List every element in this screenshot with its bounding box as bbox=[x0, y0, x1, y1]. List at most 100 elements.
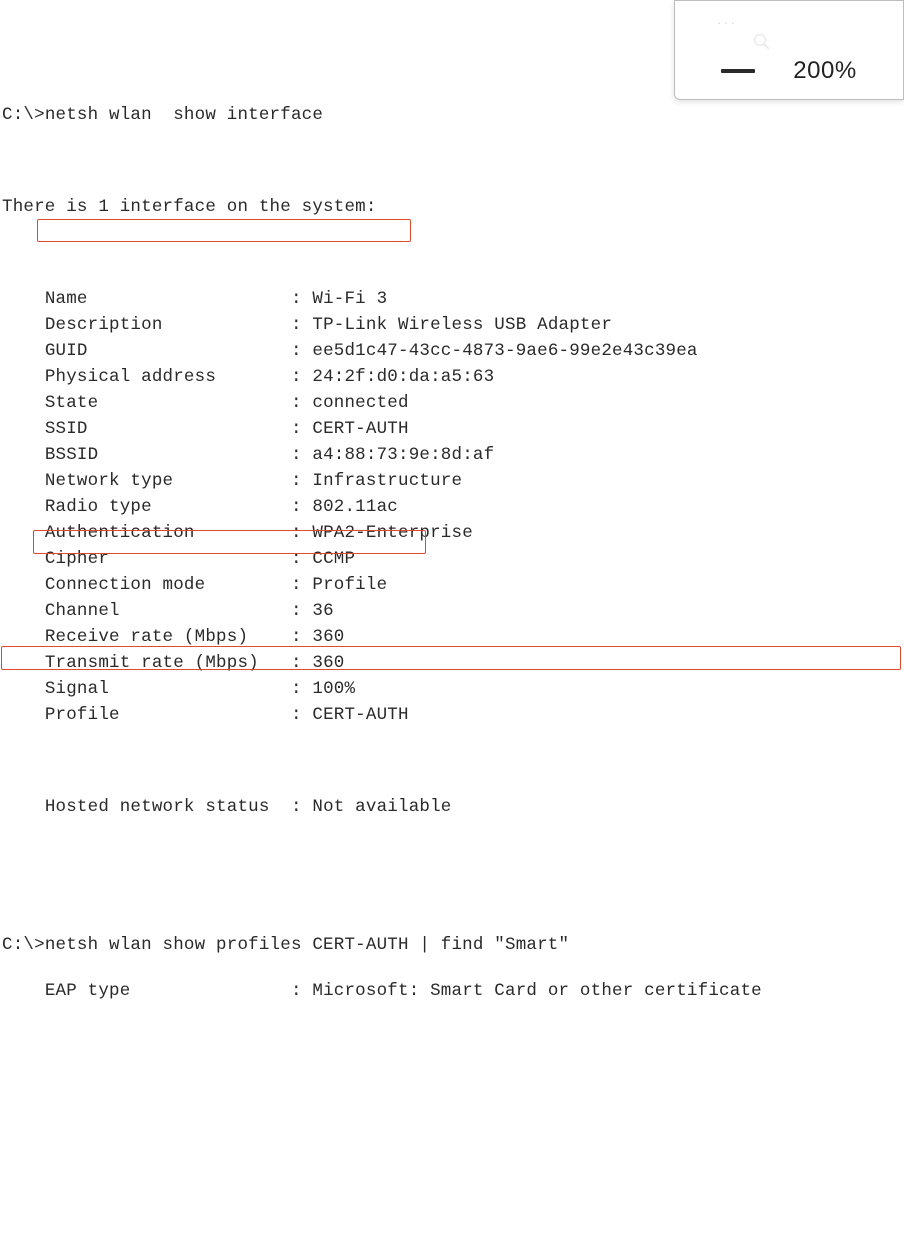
field-row: SSID : CERT-AUTH bbox=[2, 416, 904, 442]
field-indent bbox=[2, 341, 45, 361]
field-row: GUID : ee5d1c47-43cc-4873-9ae6-99e2e43c3… bbox=[2, 338, 904, 364]
field-separator: : bbox=[280, 523, 312, 543]
field-separator: : bbox=[280, 289, 312, 309]
field-separator: : bbox=[280, 601, 312, 621]
field-row: Transmit rate (Mbps) : 360 bbox=[2, 650, 904, 676]
command-text: netsh wlan show interface bbox=[45, 105, 323, 125]
field-value: Wi-Fi 3 bbox=[312, 289, 387, 309]
field-label: Network type bbox=[45, 471, 280, 491]
field-indent bbox=[2, 523, 45, 543]
field-value: CERT-AUTH bbox=[312, 705, 408, 725]
field-row: Network type : Infrastructure bbox=[2, 468, 904, 494]
padding: : bbox=[130, 981, 312, 1001]
field-separator: : bbox=[280, 549, 312, 569]
field-separator: : bbox=[280, 471, 312, 491]
field-value: ee5d1c47-43cc-4873-9ae6-99e2e43c39ea bbox=[312, 341, 697, 361]
field-indent bbox=[2, 653, 45, 673]
field-indent bbox=[2, 471, 45, 491]
field-indent bbox=[2, 367, 45, 387]
field-label bbox=[2, 797, 45, 817]
field-value: a4:88:73:9e:8d:af bbox=[312, 445, 494, 465]
field-label: Connection mode bbox=[45, 575, 280, 595]
field-label: BSSID bbox=[45, 445, 280, 465]
field-separator: : bbox=[280, 627, 312, 647]
field-label: SSID bbox=[45, 419, 280, 439]
blank-line bbox=[2, 840, 904, 866]
hosted-label: Hosted network status bbox=[45, 797, 270, 817]
blank-line bbox=[2, 240, 904, 266]
field-row: Radio type : 802.11ac bbox=[2, 494, 904, 520]
field-separator: : bbox=[280, 315, 312, 335]
field-label: Authentication bbox=[45, 523, 280, 543]
field-value: 24:2f:d0:da:a5:63 bbox=[312, 367, 494, 387]
blank-line bbox=[2, 886, 904, 912]
field-indent bbox=[2, 419, 45, 439]
field-row: Cipher : CCMP bbox=[2, 546, 904, 572]
field-separator: : bbox=[280, 419, 312, 439]
field-separator: : bbox=[280, 497, 312, 517]
field-label: Name bbox=[45, 289, 280, 309]
hosted-value: Not available bbox=[312, 797, 451, 817]
field-indent bbox=[2, 601, 45, 621]
command-line-2: C:\>netsh wlan show profiles CERT-AUTH |… bbox=[2, 932, 904, 958]
field-label: Channel bbox=[45, 601, 280, 621]
field-separator: : bbox=[280, 445, 312, 465]
prompt: C:\> bbox=[2, 105, 45, 125]
terminal-output: C:\>netsh wlan show interface There is 1… bbox=[0, 80, 904, 1024]
field-indent bbox=[2, 445, 45, 465]
field-row: Authentication : WPA2-Enterprise bbox=[2, 520, 904, 546]
field-separator: : bbox=[280, 653, 312, 673]
indent bbox=[2, 981, 45, 1001]
field-label: Physical address bbox=[45, 367, 280, 387]
field-value: WPA2-Enterprise bbox=[312, 523, 473, 543]
field-label: Transmit rate (Mbps) bbox=[45, 653, 280, 673]
magnifier-panel[interactable]: ··· 200% bbox=[674, 0, 904, 100]
field-indent bbox=[2, 679, 45, 699]
field-value: CCMP bbox=[312, 549, 355, 569]
field-indent bbox=[2, 289, 45, 309]
blank-line bbox=[2, 148, 904, 174]
magnifier-title-row: ··· bbox=[675, 1, 903, 43]
field-separator: : bbox=[280, 679, 312, 699]
field-row: Signal : 100% bbox=[2, 676, 904, 702]
field-value: Infrastructure bbox=[312, 471, 462, 491]
field-label: Cipher bbox=[45, 549, 280, 569]
field-separator: : bbox=[280, 575, 312, 595]
field-row: Name : Wi-Fi 3 bbox=[2, 286, 904, 312]
field-separator: : bbox=[280, 705, 312, 725]
hosted-network-line: Hosted network status : Not available bbox=[2, 794, 904, 820]
field-row: State : connected bbox=[2, 390, 904, 416]
eap-value: Microsoft: Smart Card or other certifica… bbox=[312, 981, 761, 1001]
field-value: connected bbox=[312, 393, 408, 413]
field-separator: : bbox=[280, 367, 312, 387]
field-row: Receive rate (Mbps) : 360 bbox=[2, 624, 904, 650]
field-separator: : bbox=[280, 341, 312, 361]
field-row: Physical address : 24:2f:d0:da:a5:63 bbox=[2, 364, 904, 390]
field-row: Channel : 36 bbox=[2, 598, 904, 624]
field-indent bbox=[2, 393, 45, 413]
magnifier-title: ··· bbox=[717, 14, 737, 30]
field-row: Profile : CERT-AUTH bbox=[2, 702, 904, 728]
prompt: C:\> bbox=[2, 935, 45, 955]
blank-line bbox=[2, 748, 904, 774]
field-value: 36 bbox=[312, 601, 333, 621]
field-indent bbox=[2, 315, 45, 335]
field-indent bbox=[2, 549, 45, 569]
summary-line: There is 1 interface on the system: bbox=[2, 194, 904, 220]
field-value: Profile bbox=[312, 575, 387, 595]
field-row: Connection mode : Profile bbox=[2, 572, 904, 598]
eap-label: EAP type bbox=[45, 981, 131, 1001]
field-label: State bbox=[45, 393, 280, 413]
field-row: BSSID : a4:88:73:9e:8d:af bbox=[2, 442, 904, 468]
eap-line: EAP type : Microsoft: Smart Card or othe… bbox=[2, 978, 904, 1004]
field-value: 802.11ac bbox=[312, 497, 398, 517]
field-indent bbox=[2, 575, 45, 595]
zoom-level: 200% bbox=[793, 57, 856, 85]
field-label: Radio type bbox=[45, 497, 280, 517]
separator: : bbox=[270, 797, 313, 817]
field-value: 100% bbox=[312, 679, 355, 699]
field-label: Profile bbox=[45, 705, 280, 725]
magnifier-icon bbox=[689, 13, 707, 31]
field-indent bbox=[2, 627, 45, 647]
field-row: Description : TP-Link Wireless USB Adapt… bbox=[2, 312, 904, 338]
